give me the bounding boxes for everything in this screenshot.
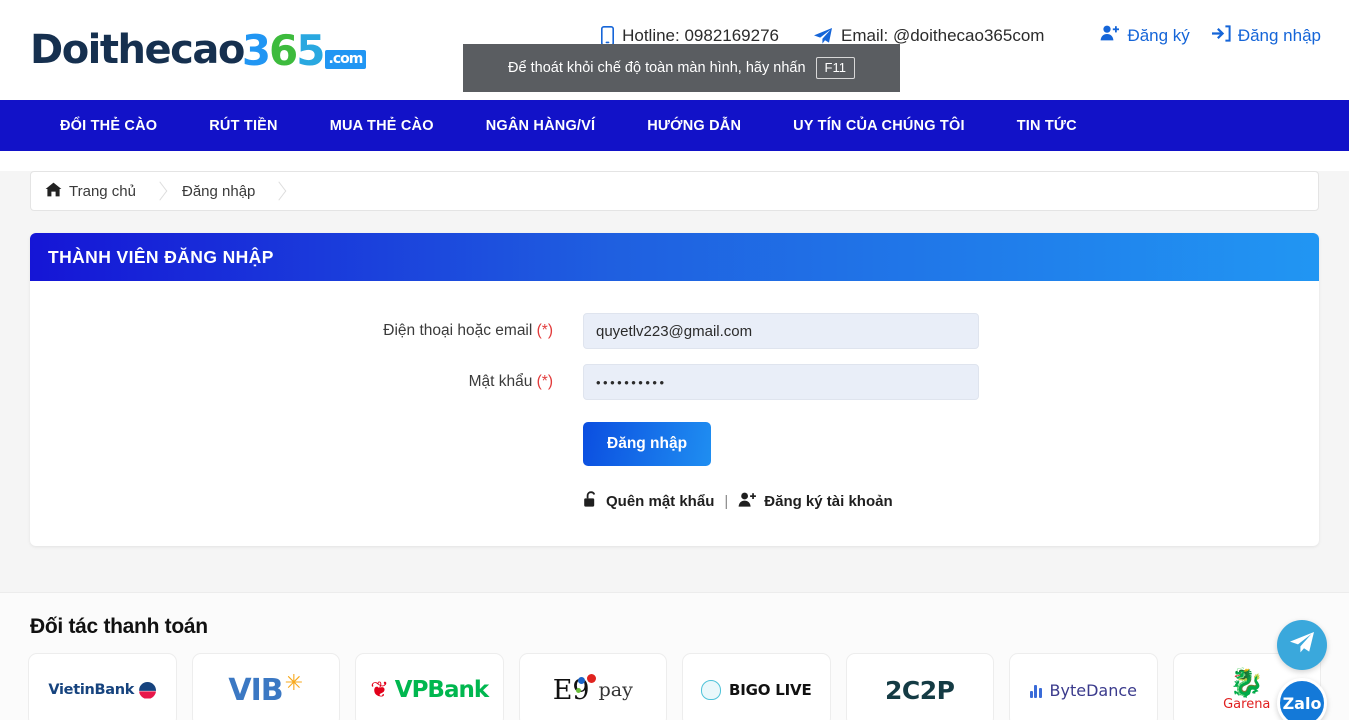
user-plus-icon-small (738, 491, 757, 512)
fullscreen-toast-message: Để thoát khỏi chế độ toàn màn hình, hãy … (508, 60, 806, 76)
telegram-icon (1288, 630, 1316, 660)
breadcrumb-home-label: Trang chủ (69, 182, 136, 200)
password-label-text: Mật khẩu (468, 373, 533, 390)
password-field-label: Mật khẩu (*) (30, 373, 583, 391)
bytedance-bars-icon (1029, 683, 1042, 698)
nav-item-rut-tien[interactable]: RÚT TIỀN (183, 118, 303, 134)
breadcrumb-item-home[interactable]: Trang chủ (45, 182, 154, 201)
e9pay-dots-icon (574, 674, 596, 703)
partner-card-vietinbank[interactable]: VietinBank (28, 653, 177, 720)
logo-digit-3: 3 (241, 25, 271, 75)
e9pay-logo-pay: pay (598, 679, 633, 701)
partner-card-vpbank[interactable]: ❦ VPBank (355, 653, 504, 720)
breadcrumb-separator-icon-2 (273, 182, 285, 200)
user-plus-icon (1100, 24, 1120, 47)
fullscreen-toast-key: F11 (815, 56, 855, 80)
vpbank-lotus-icon: ❦ (370, 677, 389, 702)
site-logo[interactable]: Doithecao 365 .com (30, 25, 367, 75)
form-submit-row: Đăng nhập (30, 422, 1319, 466)
home-icon (45, 182, 62, 201)
form-row-password: Mật khẩu (*) (30, 364, 1319, 400)
garena-logo-label: Garena (1223, 696, 1271, 712)
login-link[interactable]: Đăng nhập (1211, 24, 1321, 47)
bigo-mascot-icon (701, 680, 721, 700)
mobile-phone-icon (601, 25, 615, 46)
form-helper-links-row: Quên mật khẩu | Đăng ký tài khoản (30, 491, 1319, 512)
login-panel: THÀNH VIÊN ĐĂNG NHẬP Điện thoại hoặc ema… (30, 233, 1319, 546)
vib-star-icon: ✳ (284, 670, 304, 695)
partner-card-vib[interactable]: VIB ✳ (191, 653, 340, 720)
vib-logo-label: VIB (228, 672, 283, 708)
zalo-icon-label: Zalo (1282, 693, 1322, 713)
bigo-logo-label: BIGO LIVE (729, 681, 812, 699)
main-navigation: ĐỔI THẺ CÀO RÚT TIỀN MUA THẺ CÀO NGÂN HÀ… (0, 100, 1349, 151)
email-field-label: Điện thoại hoặc email (*) (30, 322, 583, 340)
logo-digit-6: 6 (269, 25, 298, 75)
login-link-label: Đăng nhập (1237, 25, 1321, 45)
breadcrumb-current-label: Đăng nhập (181, 182, 256, 200)
c2p-logo-label: 2C2P (885, 675, 955, 705)
email-text: Email: @doithecao365com (841, 25, 1045, 45)
garena-dragon-icon: 🐉 (1229, 666, 1265, 698)
nav-item-mua-the-cao[interactable]: MUA THẺ CÀO (304, 118, 460, 134)
logo-digit-5: 5 (296, 25, 325, 75)
email-input[interactable] (583, 313, 979, 349)
forgot-password-link[interactable]: Quên mật khẩu (583, 491, 714, 512)
nav-item-ngan-hang-vi[interactable]: NGÂN HÀNG/VÍ (460, 118, 622, 134)
nav-item-uy-tin[interactable]: UY TÍN CỦA CHÚNG TÔI (767, 118, 991, 134)
zalo-float-button[interactable]: Zalo (1277, 678, 1327, 720)
forgot-password-label: Quên mật khẩu (606, 493, 715, 510)
paper-plane-icon (813, 27, 833, 45)
site-header: Doithecao 365 .com Hotline: 0982169276 E… (0, 0, 1349, 100)
breadcrumb-separator-icon (154, 182, 166, 200)
partners-title: Đối tác thanh toán (30, 615, 208, 638)
partner-card-bigo-live[interactable]: BIGO LIVE (682, 653, 831, 720)
email-label-text: Điện thoại hoặc email (383, 322, 533, 339)
submit-row-spacer (30, 422, 583, 466)
page-content: Trang chủ Đăng nhập THÀNH VIÊN ĐĂNG NHẬP… (0, 171, 1349, 592)
payment-partners-section: Đối tác thanh toán VietinBank VIB ✳ ❦ VP… (0, 592, 1349, 720)
links-row-spacer (30, 491, 583, 512)
unlock-icon (583, 491, 599, 512)
breadcrumb-item-current[interactable]: Đăng nhập (182, 183, 273, 200)
fullscreen-exit-toast: Để thoát khỏi chế độ toàn màn hình, hãy … (463, 44, 900, 92)
vietinbank-mark-icon (139, 682, 156, 699)
vietinbank-logo-label: VietinBank (48, 682, 135, 698)
links-separator: | (724, 493, 729, 510)
password-input[interactable] (583, 364, 979, 400)
partner-card-bytedance[interactable]: ByteDance (1009, 653, 1158, 720)
hotline-text: Hotline: 0982169276 (622, 25, 780, 45)
register-link[interactable]: Đăng ký (1100, 24, 1190, 47)
login-submit-button[interactable]: Đăng nhập (583, 422, 712, 466)
telegram-float-button[interactable] (1277, 620, 1327, 670)
form-row-email: Điện thoại hoặc email (*) (30, 313, 1319, 349)
register-link-label: Đăng ký (1127, 25, 1190, 45)
vpbank-logo-label: VPBank (394, 677, 489, 703)
partner-card-2c2p[interactable]: 2C2P (845, 653, 994, 720)
breadcrumb: Trang chủ Đăng nhập (30, 171, 1319, 211)
login-panel-title: THÀNH VIÊN ĐĂNG NHẬP (30, 233, 1319, 281)
partner-card-e9pay[interactable]: E9 pay (518, 653, 667, 720)
email-info: Email: @doithecao365com (813, 26, 1044, 46)
logo-text-main: Doithecao (30, 27, 245, 73)
logo-com-badge: .com (324, 49, 367, 69)
sign-in-icon (1211, 24, 1231, 47)
nav-item-tin-tuc[interactable]: TIN TỨC (991, 118, 1103, 134)
password-required-mark: (*) (536, 373, 553, 390)
partner-logo-grid: VietinBank VIB ✳ ❦ VPBank E9 pay BIGO LI… (0, 653, 1349, 720)
bytedance-logo-label: ByteDance (1049, 680, 1137, 700)
register-account-label: Đăng ký tài khoản (764, 493, 893, 510)
hotline-info: Hotline: 0982169276 (601, 26, 779, 46)
floating-contact-buttons: Zalo (1277, 620, 1327, 720)
nav-item-doi-the-cao[interactable]: ĐỔI THẺ CÀO (34, 118, 183, 134)
nav-item-huong-dan[interactable]: HƯỚNG DẪN (621, 118, 767, 134)
email-required-mark: (*) (536, 322, 553, 339)
login-form: Điện thoại hoặc email (*) Mật khẩu (*) Đ… (30, 281, 1319, 546)
register-account-link[interactable]: Đăng ký tài khoản (738, 491, 893, 512)
